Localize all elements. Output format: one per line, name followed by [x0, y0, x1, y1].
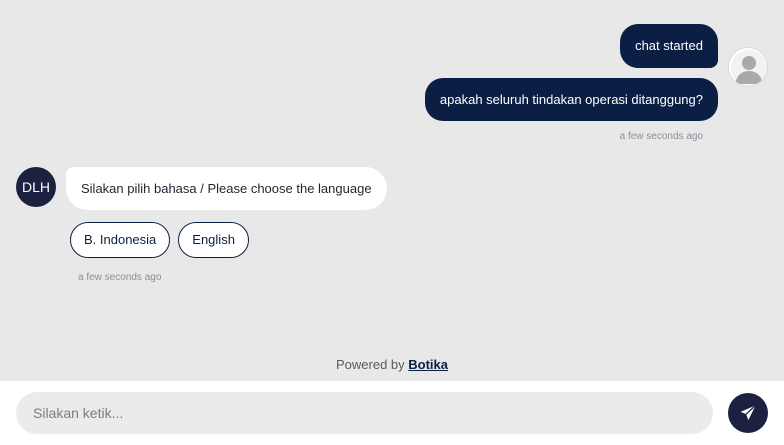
paper-plane-icon — [740, 405, 756, 421]
powered-by: Powered by Botika — [0, 357, 784, 372]
bot-message-text: Silakan pilih bahasa / Please choose the… — [81, 181, 372, 196]
chat-area: chat started apakah seluruh tindakan ope… — [0, 0, 784, 381]
user-message-bubble: apakah seluruh tindakan operasi ditanggu… — [424, 78, 718, 121]
message-composer — [0, 381, 784, 445]
powered-by-brand-link[interactable]: Botika — [408, 357, 448, 372]
bot-message-timestamp: a few seconds ago — [78, 272, 162, 283]
bot-avatar: DLH — [16, 167, 56, 207]
user-message-text: apakah seluruh tindakan operasi ditanggu… — [439, 92, 703, 107]
quick-reply-indonesia-button[interactable]: B. Indonesia — [70, 222, 171, 258]
user-message-bubble: chat started — [620, 24, 718, 68]
message-input[interactable] — [16, 392, 713, 434]
quick-reply-english-button[interactable]: English — [178, 222, 249, 258]
user-message-text: chat started — [635, 38, 703, 53]
user-avatar — [728, 47, 768, 87]
bot-avatar-initials: DLH — [21, 179, 50, 195]
bot-message-bubble: Silakan pilih bahasa / Please choose the… — [66, 167, 387, 210]
user-message-timestamp: a few seconds ago — [619, 131, 703, 142]
powered-by-prefix: Powered by — [335, 357, 405, 372]
quick-replies: B. Indonesia English — [70, 222, 249, 258]
send-button[interactable] — [728, 393, 768, 433]
person-silhouette-icon — [729, 48, 767, 86]
